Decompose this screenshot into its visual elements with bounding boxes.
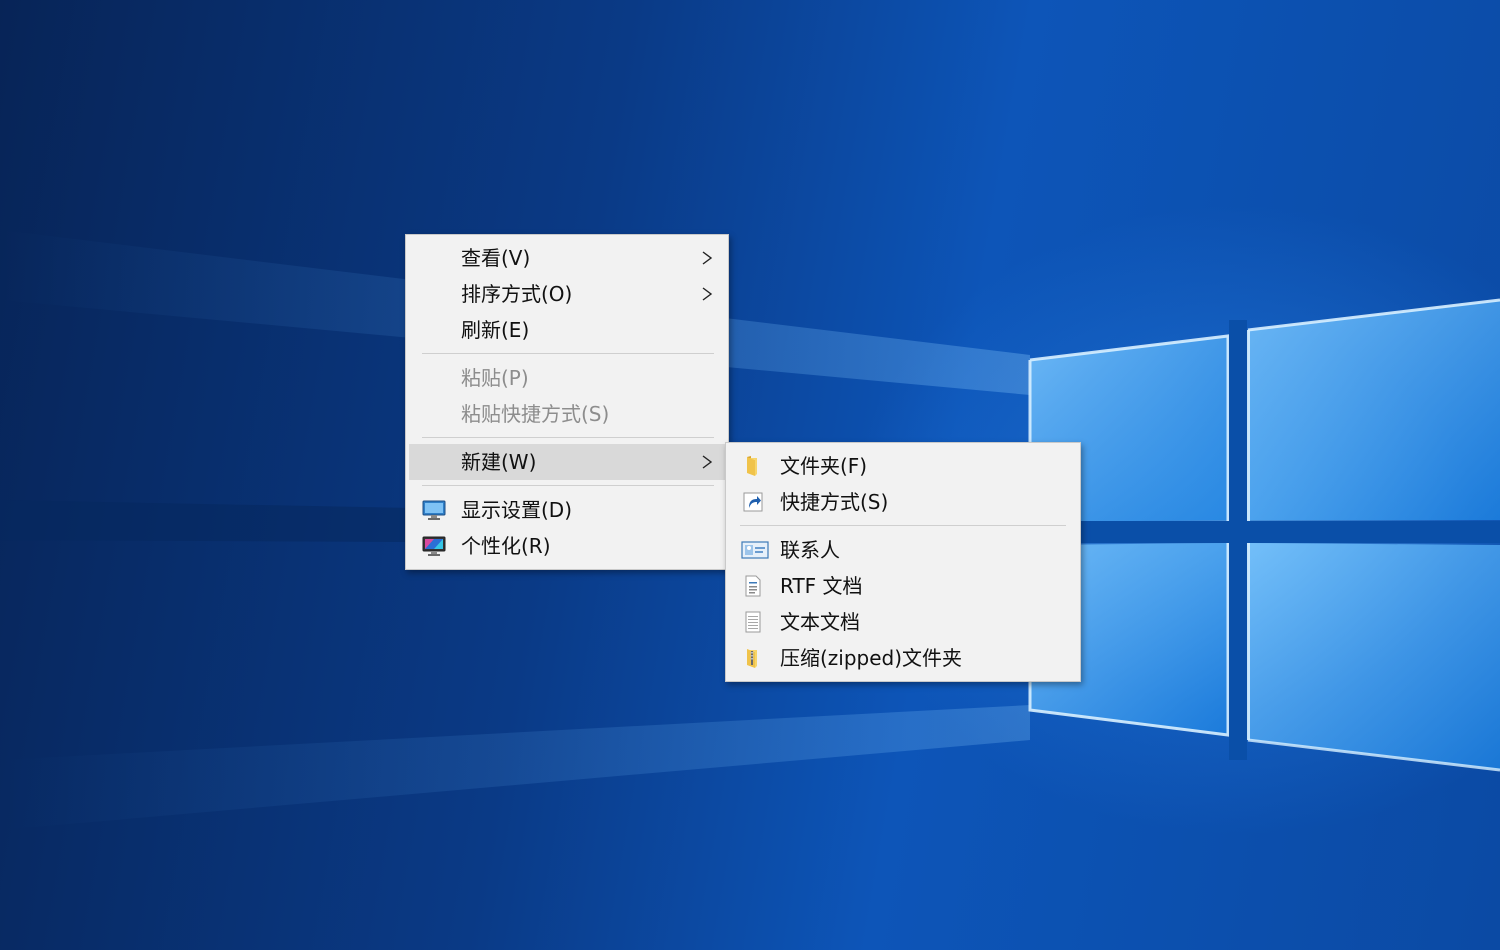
submenu-item-label: 快捷方式(S) (780, 490, 889, 514)
chevron-right-icon (702, 251, 713, 265)
menu-item-paste[interactable]: 粘贴(P) (409, 360, 725, 396)
rtf-document-icon (745, 575, 761, 597)
new-submenu: 文件夹(F) 快捷方式(S) 联系人 RTF 文档 文本文档 压缩(zipped… (725, 442, 1081, 682)
menu-item-label: 新建(W) (461, 450, 537, 474)
menu-separator (422, 485, 714, 486)
submenu-item-contact[interactable]: 联系人 (729, 532, 1077, 568)
shortcut-arrow-icon (743, 492, 763, 512)
menu-separator (422, 353, 714, 354)
personalize-monitor-icon (422, 536, 446, 556)
submenu-item-label: 联系人 (780, 538, 840, 562)
menu-item-sort-by[interactable]: 排序方式(O) (409, 276, 725, 312)
menu-item-paste-shortcut[interactable]: 粘贴快捷方式(S) (409, 396, 725, 432)
submenu-item-folder[interactable]: 文件夹(F) (729, 448, 1077, 484)
chevron-right-icon (702, 455, 713, 469)
submenu-item-zipped-folder[interactable]: 压缩(zipped)文件夹 (729, 640, 1077, 676)
menu-item-label: 刷新(E) (461, 318, 530, 342)
submenu-item-label: 文本文档 (780, 610, 860, 634)
display-monitor-icon (422, 500, 446, 520)
menu-item-new[interactable]: 新建(W) (409, 444, 725, 480)
submenu-item-rtf-document[interactable]: RTF 文档 (729, 568, 1077, 604)
menu-item-view[interactable]: 查看(V) (409, 240, 725, 276)
menu-item-label: 显示设置(D) (461, 498, 573, 522)
folder-icon (747, 456, 757, 476)
menu-item-display-settings[interactable]: 显示设置(D) (409, 492, 725, 528)
contact-card-icon (741, 541, 769, 559)
menu-item-label: 粘贴(P) (461, 366, 529, 390)
submenu-separator (740, 525, 1066, 526)
zipped-folder-icon (747, 649, 757, 668)
submenu-item-label: 压缩(zipped)文件夹 (780, 646, 963, 670)
submenu-item-label: 文件夹(F) (780, 454, 868, 478)
menu-item-refresh[interactable]: 刷新(E) (409, 312, 725, 348)
submenu-item-shortcut[interactable]: 快捷方式(S) (729, 484, 1077, 520)
menu-separator (422, 437, 714, 438)
chevron-right-icon (702, 287, 713, 301)
menu-item-label: 查看(V) (461, 246, 531, 270)
menu-item-label: 排序方式(O) (461, 282, 573, 306)
submenu-item-label: RTF 文档 (780, 574, 863, 598)
menu-item-personalize[interactable]: 个性化(R) (409, 528, 725, 564)
text-document-icon (745, 611, 761, 633)
menu-item-label: 粘贴快捷方式(S) (461, 402, 610, 426)
menu-item-label: 个性化(R) (461, 534, 551, 558)
submenu-item-text-document[interactable]: 文本文档 (729, 604, 1077, 640)
desktop-context-menu: 查看(V) 排序方式(O) 刷新(E) 粘贴(P) 粘贴快捷方式(S) 新建(W… (405, 234, 729, 570)
